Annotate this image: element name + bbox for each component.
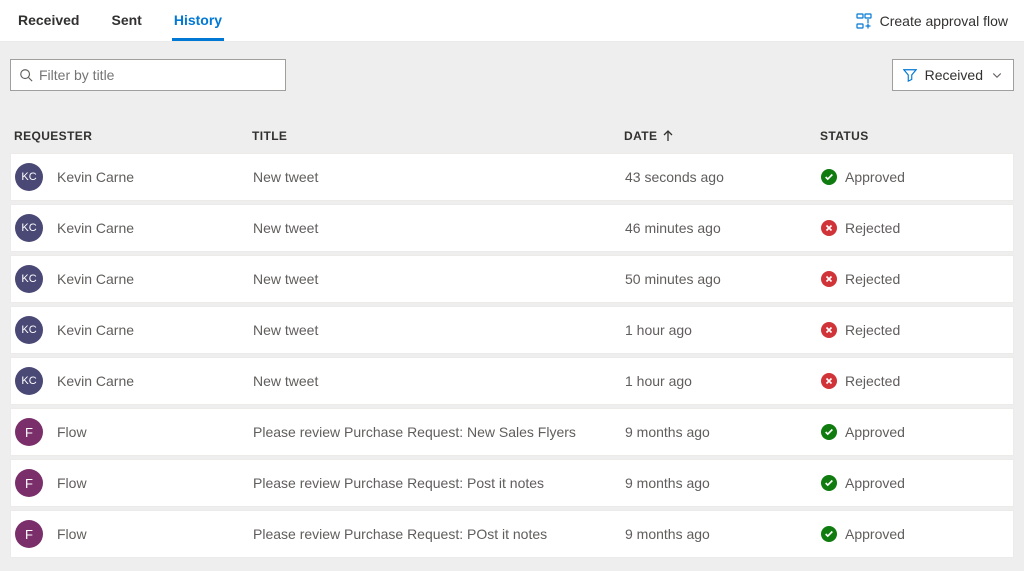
status-cell: Rejected [821,322,1009,338]
date-cell: 1 hour ago [625,373,821,389]
table-row[interactable]: F Flow Please review Purchase Request: POs… [10,510,1014,558]
tab-received[interactable]: Received [16,0,81,41]
requester-cell: F Flow [15,520,253,548]
tab-sent[interactable]: Sent [109,0,143,41]
title-cell: New tweet [253,220,625,236]
check-circle-icon [821,169,837,185]
title-cell: Please review Purchase Request: Post it … [253,475,625,491]
status-label: Approved [845,169,905,185]
requester-cell: KC Kevin Carne [15,214,253,242]
status-cell: Approved [821,526,1009,542]
column-header-title[interactable]: TITLE [252,129,624,143]
requester-cell: KC Kevin Carne [15,316,253,344]
avatar: KC [15,367,43,395]
funnel-icon [903,68,917,82]
title-cell: New tweet [253,373,625,389]
flow-icon [856,13,872,29]
received-filter-label: Received [925,67,983,83]
search-wrap[interactable] [10,59,286,91]
avatar: KC [15,214,43,242]
table-row[interactable]: KC Kevin Carne New tweet1 hour ago Rejected [10,306,1014,354]
rows-container: KCKevin CarneNew tweet43 seconds agoAppr… [0,153,1024,571]
column-header-date[interactable]: DATE [624,129,820,143]
avatar: KC [15,265,43,293]
requester-name: Kevin Carne [57,322,134,338]
column-header-title-label: TITLE [252,129,287,143]
status-label: Rejected [845,373,900,389]
table-row[interactable]: F Flow Please review Purchase Request: Pos… [10,459,1014,507]
requester-cell: F Flow [15,469,253,497]
status-label: Approved [845,526,905,542]
requester-cell: KC Kevin Carne [15,265,253,293]
check-circle-icon [821,526,837,542]
date-cell: 9 months ago [625,526,821,542]
column-header-requester[interactable]: REQUESTER [14,129,252,143]
title-cell: New tweet [253,322,625,338]
status-label: Approved [845,424,905,440]
avatar: F [15,418,43,446]
sort-asc-icon [663,130,673,142]
chevron-down-icon [991,69,1003,81]
column-header-status-label: STATUS [820,129,869,143]
avatar: KC [15,316,43,344]
column-header-date-label: DATE [624,129,657,143]
title-cell: New tweet [253,169,625,185]
status-cell: Rejected [821,373,1009,389]
status-label: Rejected [845,271,900,287]
tab-history[interactable]: History [172,0,224,41]
date-cell: 9 months ago [625,475,821,491]
status-label: Approved [845,475,905,491]
requester-name: Kevin Carne [57,373,134,389]
table-row[interactable]: F Flow Please review Purchase Request: New… [10,408,1014,456]
column-header-status[interactable]: STATUS [820,129,1010,143]
cross-circle-icon [821,373,837,389]
filterbar: Received REQUESTER TITLE DATE STATUS [0,42,1024,153]
status-label: Rejected [845,220,900,236]
check-circle-icon [821,424,837,440]
date-cell: 50 minutes ago [625,271,821,287]
filter-by-title-input[interactable] [39,67,277,83]
cross-circle-icon [821,322,837,338]
avatar: F [15,520,43,548]
requester-cell: KC Kevin Carne [15,367,253,395]
table-row[interactable]: KC Kevin Carne New tweet43 seconds ago Appr… [10,153,1014,201]
avatar: F [15,469,43,497]
date-cell: 43 seconds ago [625,169,821,185]
table-row[interactable]: KC Kevin Carne New tweet50 minutes ago Reje… [10,255,1014,303]
title-cell: New tweet [253,271,625,287]
received-filter-button[interactable]: Received [892,59,1014,91]
date-cell: 9 months ago [625,424,821,440]
status-cell: Approved [821,169,1009,185]
tabbar: Received Sent History Create approval fl… [0,0,1024,42]
status-cell: Rejected [821,271,1009,287]
create-approval-flow-label: Create approval flow [880,13,1008,29]
tabs: Received Sent History [16,0,224,41]
status-cell: Approved [821,424,1009,440]
title-cell: Please review Purchase Request: New Sale… [253,424,625,440]
status-label: Rejected [845,322,900,338]
status-cell: Rejected [821,220,1009,236]
table-row[interactable]: KC Kevin Carne New tweet1 hour ago Rejected [10,357,1014,405]
create-approval-flow-link[interactable]: Create approval flow [856,1,1008,41]
check-circle-icon [821,475,837,491]
requester-cell: F Flow [15,418,253,446]
date-cell: 1 hour ago [625,322,821,338]
table-row[interactable]: KC Kevin Carne New tweet46 minutes ago Reje… [10,204,1014,252]
requester-name: Kevin Carne [57,271,134,287]
requester-cell: KC Kevin Carne [15,163,253,191]
requester-name: Kevin Carne [57,220,134,236]
status-cell: Approved [821,475,1009,491]
column-headers: REQUESTER TITLE DATE STATUS [14,129,1010,143]
requester-name: Flow [57,475,87,491]
requester-name: Flow [57,526,87,542]
column-header-requester-label: REQUESTER [14,129,92,143]
cross-circle-icon [821,220,837,236]
date-cell: 46 minutes ago [625,220,821,236]
avatar: KC [15,163,43,191]
requester-name: Kevin Carne [57,169,134,185]
search-icon [19,68,33,82]
cross-circle-icon [821,271,837,287]
title-cell: Please review Purchase Request: POst it … [253,526,625,542]
requester-name: Flow [57,424,87,440]
